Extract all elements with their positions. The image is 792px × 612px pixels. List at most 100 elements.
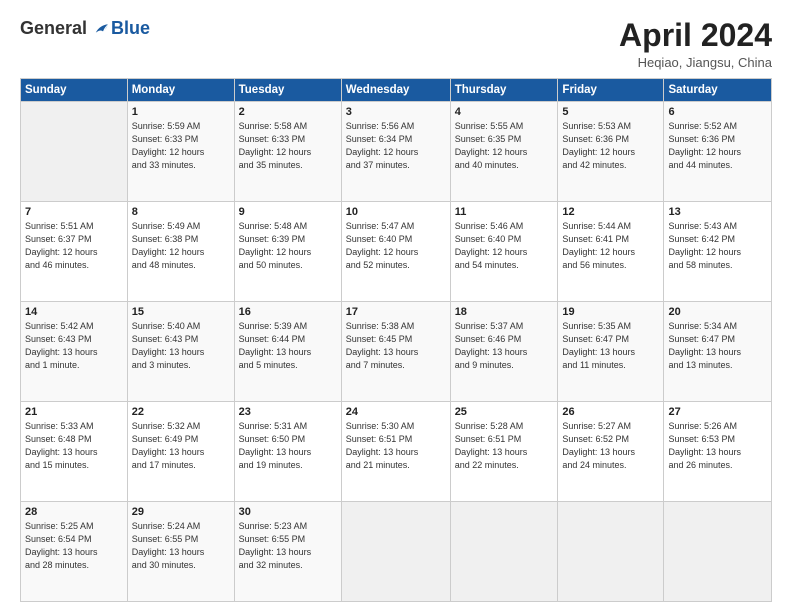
day-number: 9 — [239, 206, 337, 218]
calendar-cell: 23Sunrise: 5:31 AMSunset: 6:50 PMDayligh… — [234, 402, 341, 502]
day-number: 12 — [562, 206, 659, 218]
logo: General Blue — [20, 18, 150, 39]
cell-info: Sunrise: 5:52 AMSunset: 6:36 PMDaylight:… — [668, 120, 767, 172]
day-number: 5 — [562, 106, 659, 118]
day-number: 1 — [132, 106, 230, 118]
day-number: 19 — [562, 306, 659, 318]
calendar-week-row: 7Sunrise: 5:51 AMSunset: 6:37 PMDaylight… — [21, 202, 772, 302]
day-number: 20 — [668, 306, 767, 318]
calendar-cell: 29 Sunrise: 5:24 AMSunset: 6:55 PMDayligh… — [127, 502, 234, 602]
calendar-header-day: Thursday — [450, 79, 558, 102]
cell-info: Sunrise: 5:40 AMSunset: 6:43 PMDaylight:… — [132, 320, 230, 372]
cell-info: Sunrise: 5:53 AMSunset: 6:36 PMDaylight:… — [562, 120, 659, 172]
page: General Blue April 2024 Heqiao, Jiangsu,… — [0, 0, 792, 612]
calendar-cell: 1 Sunrise: 5:59 AMSunset: 6:33 PMDaylight… — [127, 102, 234, 202]
cell-info: Sunrise: 5:27 AMSunset: 6:52 PMDaylight:… — [562, 420, 659, 472]
cell-info: Sunrise: 5:49 AMSunset: 6:38 PMDaylight:… — [132, 220, 230, 272]
day-number: 27 — [668, 406, 767, 418]
cell-info: Sunrise: 5:38 AMSunset: 6:45 PMDaylight:… — [346, 320, 446, 372]
calendar-table: SundayMondayTuesdayWednesdayThursdayFrid… — [20, 78, 772, 602]
calendar-week-row: 1 Sunrise: 5:59 AMSunset: 6:33 PMDaylight… — [21, 102, 772, 202]
day-number: 30 — [239, 506, 337, 518]
day-number: 8 — [132, 206, 230, 218]
day-number: 24 — [346, 406, 446, 418]
cell-info: Sunrise: 5:31 AMSunset: 6:50 PMDaylight:… — [239, 420, 337, 472]
day-number: 11 — [455, 206, 554, 218]
calendar-cell: 9 Sunrise: 5:48 AMSunset: 6:39 PMDaylight… — [234, 202, 341, 302]
calendar-cell: 12 Sunrise: 5:44 AMSunset: 6:41 PMDayligh… — [558, 202, 664, 302]
calendar-cell: 3Sunrise: 5:56 AMSunset: 6:34 PMDaylight… — [341, 102, 450, 202]
cell-info: Sunrise: 5:48 AMSunset: 6:39 PMDaylight:… — [239, 220, 337, 272]
cell-info: Sunrise: 5:44 AMSunset: 6:41 PMDaylight:… — [562, 220, 659, 272]
cell-info: Sunrise: 5:28 AMSunset: 6:51 PMDaylight:… — [455, 420, 554, 472]
day-number: 2 — [239, 106, 337, 118]
location: Heqiao, Jiangsu, China — [619, 55, 772, 70]
calendar-header-row: SundayMondayTuesdayWednesdayThursdayFrid… — [21, 79, 772, 102]
calendar-header-day: Saturday — [664, 79, 772, 102]
cell-info: Sunrise: 5:51 AMSunset: 6:37 PMDaylight:… — [25, 220, 123, 272]
calendar-cell: 2 Sunrise: 5:58 AMSunset: 6:33 PMDaylight… — [234, 102, 341, 202]
cell-info: Sunrise: 5:32 AMSunset: 6:49 PMDaylight:… — [132, 420, 230, 472]
title-area: April 2024 Heqiao, Jiangsu, China — [619, 18, 772, 70]
cell-info: Sunrise: 5:59 AMSunset: 6:33 PMDaylight:… — [132, 120, 230, 172]
day-number: 21 — [25, 406, 123, 418]
calendar-cell: 11 Sunrise: 5:46 AMSunset: 6:40 PMDayligh… — [450, 202, 558, 302]
calendar-cell: 19 Sunrise: 5:35 AMSunset: 6:47 PMDayligh… — [558, 302, 664, 402]
calendar-cell: 8 Sunrise: 5:49 AMSunset: 6:38 PMDaylight… — [127, 202, 234, 302]
calendar-cell: 5 Sunrise: 5:53 AMSunset: 6:36 PMDaylight… — [558, 102, 664, 202]
day-number: 16 — [239, 306, 337, 318]
calendar-header-day: Friday — [558, 79, 664, 102]
day-number: 13 — [668, 206, 767, 218]
calendar-header-day: Tuesday — [234, 79, 341, 102]
month-title: April 2024 — [619, 18, 772, 53]
cell-info: Sunrise: 5:43 AMSunset: 6:42 PMDaylight:… — [668, 220, 767, 272]
calendar-cell: 17 Sunrise: 5:38 AMSunset: 6:45 PMDayligh… — [341, 302, 450, 402]
calendar-week-row: 28Sunrise: 5:25 AMSunset: 6:54 PMDayligh… — [21, 502, 772, 602]
cell-info: Sunrise: 5:42 AMSunset: 6:43 PMDaylight:… — [25, 320, 123, 372]
calendar-cell: 7Sunrise: 5:51 AMSunset: 6:37 PMDaylight… — [21, 202, 128, 302]
calendar-week-row: 14 Sunrise: 5:42 AMSunset: 6:43 PMDayligh… — [21, 302, 772, 402]
calendar-cell: 21Sunrise: 5:33 AMSunset: 6:48 PMDayligh… — [21, 402, 128, 502]
calendar-cell: 4 Sunrise: 5:55 AMSunset: 6:35 PMDaylight… — [450, 102, 558, 202]
day-number: 3 — [346, 106, 446, 118]
day-number: 25 — [455, 406, 554, 418]
calendar-cell: 18Sunrise: 5:37 AMSunset: 6:46 PMDayligh… — [450, 302, 558, 402]
day-number: 4 — [455, 106, 554, 118]
day-number: 22 — [132, 406, 230, 418]
cell-info: Sunrise: 5:55 AMSunset: 6:35 PMDaylight:… — [455, 120, 554, 172]
cell-info: Sunrise: 5:23 AMSunset: 6:55 PMDaylight:… — [239, 520, 337, 572]
calendar-cell: 14 Sunrise: 5:42 AMSunset: 6:43 PMDayligh… — [21, 302, 128, 402]
cell-info: Sunrise: 5:30 AMSunset: 6:51 PMDaylight:… — [346, 420, 446, 472]
calendar-cell — [450, 502, 558, 602]
calendar-header-day: Wednesday — [341, 79, 450, 102]
calendar-cell: 27Sunrise: 5:26 AMSunset: 6:53 PMDayligh… — [664, 402, 772, 502]
calendar-cell: 25 Sunrise: 5:28 AMSunset: 6:51 PMDayligh… — [450, 402, 558, 502]
cell-info: Sunrise: 5:35 AMSunset: 6:47 PMDaylight:… — [562, 320, 659, 372]
calendar-cell — [341, 502, 450, 602]
calendar-cell — [21, 102, 128, 202]
header: General Blue April 2024 Heqiao, Jiangsu,… — [20, 18, 772, 70]
day-number: 14 — [25, 306, 123, 318]
cell-info: Sunrise: 5:58 AMSunset: 6:33 PMDaylight:… — [239, 120, 337, 172]
cell-info: Sunrise: 5:47 AMSunset: 6:40 PMDaylight:… — [346, 220, 446, 272]
calendar-header-day: Sunday — [21, 79, 128, 102]
calendar-cell: 13 Sunrise: 5:43 AMSunset: 6:42 PMDayligh… — [664, 202, 772, 302]
calendar-cell: 22 Sunrise: 5:32 AMSunset: 6:49 PMDayligh… — [127, 402, 234, 502]
calendar-cell — [664, 502, 772, 602]
calendar-cell: 15 Sunrise: 5:40 AMSunset: 6:43 PMDayligh… — [127, 302, 234, 402]
cell-info: Sunrise: 5:24 AMSunset: 6:55 PMDaylight:… — [132, 520, 230, 572]
calendar-cell: 20Sunrise: 5:34 AMSunset: 6:47 PMDayligh… — [664, 302, 772, 402]
cell-info: Sunrise: 5:46 AMSunset: 6:40 PMDaylight:… — [455, 220, 554, 272]
day-number: 29 — [132, 506, 230, 518]
calendar-cell — [558, 502, 664, 602]
calendar-cell: 26 Sunrise: 5:27 AMSunset: 6:52 PMDayligh… — [558, 402, 664, 502]
day-number: 15 — [132, 306, 230, 318]
logo-general-text: General — [20, 18, 87, 39]
calendar-cell: 6 Sunrise: 5:52 AMSunset: 6:36 PMDaylight… — [664, 102, 772, 202]
day-number: 6 — [668, 106, 767, 118]
day-number: 26 — [562, 406, 659, 418]
calendar-cell: 16Sunrise: 5:39 AMSunset: 6:44 PMDayligh… — [234, 302, 341, 402]
logo-bird-icon — [91, 20, 109, 38]
day-number: 28 — [25, 506, 123, 518]
day-number: 17 — [346, 306, 446, 318]
